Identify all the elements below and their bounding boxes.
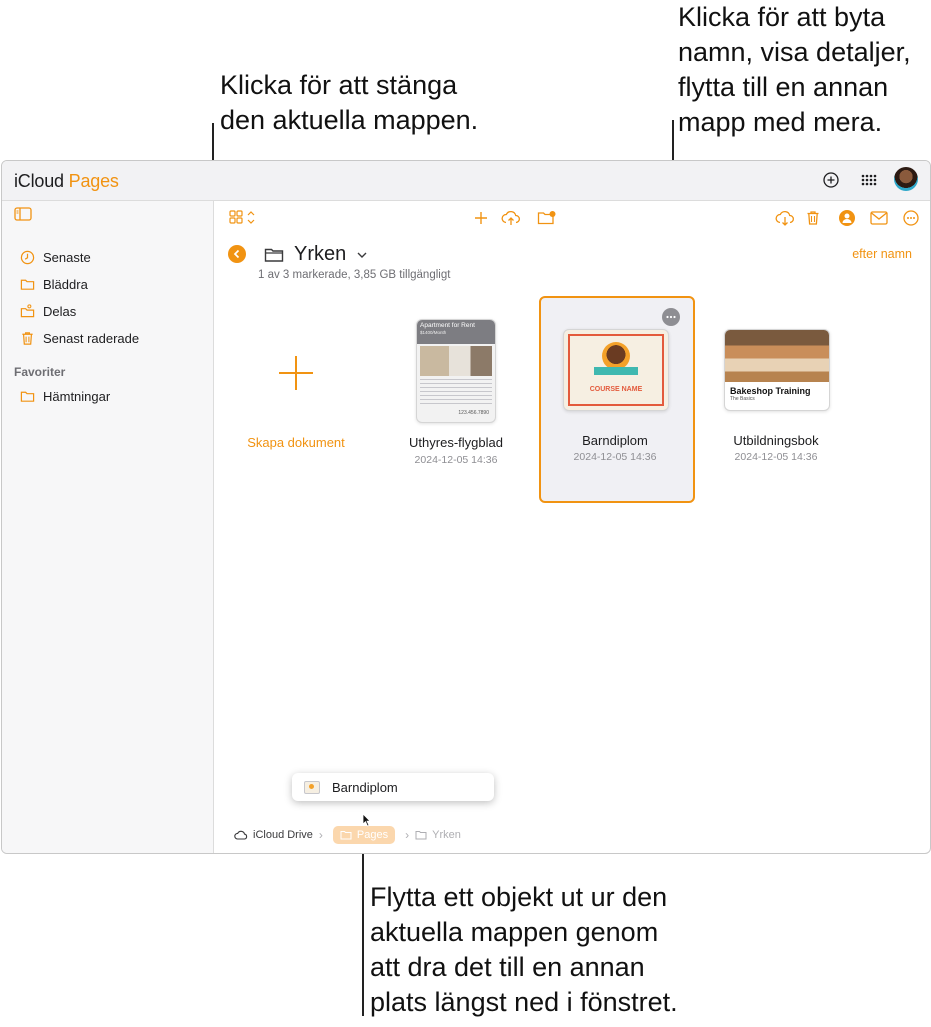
avatar[interactable] (894, 167, 918, 191)
sidebar-item-label: Hämtningar (43, 388, 111, 404)
clock-icon (20, 250, 35, 264)
thumb-subtitle: The Basics (730, 396, 755, 402)
thumb-ribbon (594, 367, 638, 375)
title-bar: iCloud Pages (2, 161, 930, 201)
thumb-title: Apartment for Rent (420, 322, 475, 329)
collaborate-icon[interactable] (836, 207, 858, 229)
document-date: 2024-12-05 14:36 (414, 454, 498, 466)
breadcrumb-label: Pages (356, 829, 389, 841)
chevron-right-icon: › (405, 828, 410, 842)
sort-button[interactable]: efter namn (852, 247, 912, 261)
sidebar-item-label: Bläddra (43, 276, 88, 292)
add-circle-icon[interactable] (820, 169, 842, 191)
cloud-icon (234, 830, 248, 840)
sidebar-item-label: Delas (43, 303, 77, 319)
delete-icon[interactable] (802, 207, 824, 229)
sidebar-toggle-icon[interactable] (14, 207, 32, 226)
app-grid-icon[interactable] (858, 169, 880, 191)
create-document-label: Skapa dokument (247, 435, 345, 450)
drag-preview-label: Barndiplom (332, 779, 398, 795)
folder-title-text: Yrken (294, 243, 347, 265)
mouse-cursor-icon (362, 813, 371, 827)
thumb-photo (725, 330, 829, 382)
new-folder-icon[interactable] (536, 207, 558, 229)
more-options-icon[interactable] (900, 207, 922, 229)
leader-line-move (362, 840, 364, 1016)
document-mini-icon (304, 780, 320, 794)
app-brand: iCloud Pages (14, 171, 119, 192)
breadcrumb-icloud-drive[interactable]: iCloud Drive (234, 829, 313, 841)
callout-move: Flytta ett objekt ut ur den aktuella map… (370, 882, 678, 1017)
folder-header-icon (264, 247, 284, 268)
breadcrumb-label: iCloud Drive (253, 829, 313, 841)
plus-icon (279, 356, 313, 390)
folder-icon (415, 831, 427, 840)
drag-preview: Barndiplom (292, 773, 494, 801)
folder-icon (340, 831, 352, 840)
sidebar: Senaste Bläddra Delas Senast raderade Fa… (2, 201, 214, 853)
sidebar-item-delas[interactable]: Delas (20, 301, 76, 321)
folder-info: 1 av 3 markerade, 3,85 GB tillgängligt (258, 269, 451, 281)
thumb-title: Bakeshop Training (730, 386, 811, 396)
breadcrumb-pages[interactable]: Pages (332, 826, 396, 844)
brand-pages: Pages (68, 171, 119, 191)
document-thumbnail: Bakeshop Training The Basics (724, 329, 830, 411)
thumb-photo (420, 346, 492, 376)
add-icon[interactable] (470, 207, 492, 229)
document-thumbnail: COURSE NAME (563, 329, 669, 411)
breadcrumb-yrken[interactable]: Yrken (415, 829, 461, 841)
document-more-button[interactable] (662, 308, 680, 326)
sidebar-item-senast-raderade[interactable]: Senast raderade (20, 328, 139, 348)
brand-icloud: iCloud (14, 171, 64, 191)
callout-close-folder: Klicka för att stänga den aktuella mappe… (220, 70, 479, 135)
folder-title[interactable]: Yrken (294, 243, 368, 266)
callout-rename: Klicka för att byta namn, visa detaljer,… (678, 2, 911, 137)
document-name: Utbildningsbok (733, 433, 819, 448)
app-window: iCloud Pages Senaste Bläddra Delas Senas… (1, 160, 931, 854)
document-thumbnail: Apartment for Rent $1400/Month 123.456.7… (416, 319, 496, 423)
document-name: Barndiplom (582, 433, 648, 448)
thumb-text-lines (420, 379, 492, 407)
main-content: Yrken 1 av 3 markerade, 3,85 GB tillgäng… (214, 201, 930, 853)
download-icon[interactable] (774, 207, 796, 229)
chevron-right-icon: › (318, 828, 323, 842)
sidebar-item-bladdra[interactable]: Bläddra (20, 274, 88, 294)
breadcrumb-label: Yrken (432, 829, 461, 841)
sidebar-item-hamtningar[interactable]: Hämtningar (20, 386, 110, 406)
document-date: 2024-12-05 14:36 (734, 451, 818, 463)
thumb-portrait (602, 342, 630, 370)
sidebar-item-label: Senast raderade (43, 330, 140, 346)
document-date: 2024-12-05 14:36 (573, 451, 657, 463)
ellipsis-icon (666, 315, 676, 319)
favorites-heading: Favoriter (14, 365, 66, 379)
chevron-left-icon (233, 249, 240, 259)
upload-icon[interactable] (500, 207, 522, 229)
thumb-title: COURSE NAME (589, 386, 643, 393)
close-folder-button[interactable] (228, 245, 246, 263)
sidebar-item-label: Senaste (43, 249, 91, 265)
shared-folder-icon (20, 303, 35, 317)
breadcrumb: iCloud Drive › Pages › Yrken (234, 826, 461, 844)
sidebar-item-senaste[interactable]: Senaste (20, 247, 91, 267)
document-uthyres-flygblad[interactable]: Apartment for Rent $1400/Month 123.456.7… (384, 319, 528, 489)
mail-icon[interactable] (868, 207, 890, 229)
trash-icon (22, 331, 33, 345)
create-document-button[interactable]: Skapa dokument (234, 341, 358, 471)
folder-icon (20, 279, 35, 290)
chevron-down-icon (357, 252, 367, 258)
document-utbildningsbok[interactable]: Bakeshop Training The Basics Utbildnings… (704, 329, 848, 494)
document-name: Uthyres-flygblad (409, 435, 503, 450)
document-barndiplom[interactable]: COURSE NAME Barndiplom 2024-12-05 14:36 (543, 329, 687, 494)
view-options-icon[interactable] (228, 207, 260, 229)
folder-icon (20, 391, 35, 402)
thumb-subtitle: $1400/Month (420, 330, 447, 335)
thumb-phone: 123.456.7890 (458, 410, 489, 416)
